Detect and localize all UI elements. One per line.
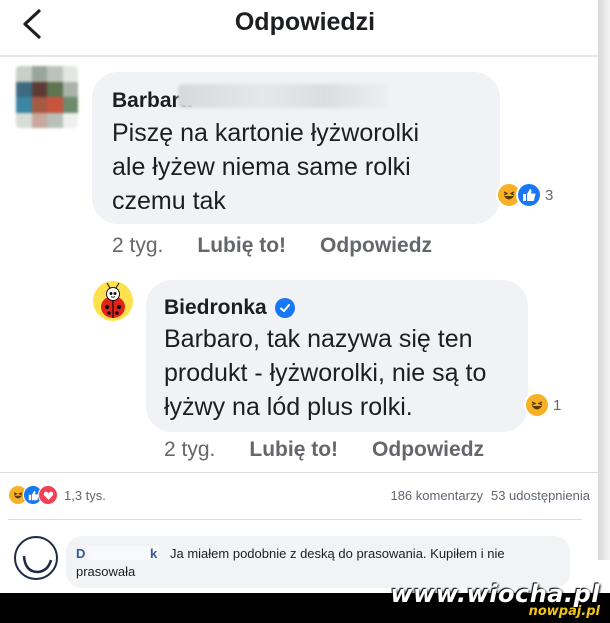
avatar[interactable] [14, 536, 58, 580]
reply-author-row: Biedronka [164, 296, 295, 320]
reply-author[interactable]: Biedronka [164, 296, 267, 320]
divider [0, 55, 600, 57]
like-button[interactable]: Lubię to! [249, 438, 338, 462]
divider [0, 472, 600, 473]
comment-count[interactable]: 186 komentarzy [390, 488, 483, 503]
comment-bubble: Barbara Piszę na kartonie łyżworolki ale… [92, 72, 500, 224]
reaction-count: 3 [545, 186, 554, 204]
comment-reactions[interactable]: 3 [496, 182, 553, 208]
reaction-count: 1 [553, 396, 562, 414]
page-title: Odpowiedzi [234, 8, 376, 36]
comment-text: Piszę na kartonie łyżworolki ale łyżew n… [112, 119, 420, 215]
reaction-total[interactable]: 1,3 tys. [64, 488, 106, 503]
window-edge [598, 0, 610, 560]
reply-time[interactable]: 2 tyg. [164, 438, 215, 462]
verified-badge-icon [274, 298, 295, 318]
header-bar: Odpowiedzi [0, 0, 610, 56]
avatar[interactable] [16, 66, 78, 128]
page-avatar[interactable] [92, 280, 134, 322]
like-reaction-icon [516, 182, 542, 208]
watermark: www.wiocha.pl nowpaj.pl [390, 580, 600, 619]
comment-time[interactable]: 2 tyg. [112, 234, 163, 258]
redacted-name [178, 84, 388, 108]
love-reaction-icon [38, 485, 58, 505]
like-button[interactable]: Lubię to! [197, 234, 286, 258]
haha-reaction-icon [524, 392, 550, 418]
post-summary: 1,3 tys. 186 komentarzy 53 udostępnienia [8, 484, 590, 506]
comment-text: Ja miałem podobnie z deską do prasowania… [76, 546, 505, 579]
comment-actions: 2 tyg. Lubię to! Odpowiedz [112, 234, 466, 258]
post-stats: 186 komentarzy 53 udostępnienia [390, 488, 590, 503]
share-count[interactable]: 53 udostępnienia [491, 488, 590, 503]
reply-bubble: Biedronka Barbaro, tak nazywa się ten pr… [146, 280, 528, 432]
reply-button[interactable]: Odpowiedz [372, 438, 484, 462]
reply-text: Barbaro, tak nazywa się ten produkt - ły… [164, 325, 487, 421]
reply-actions: 2 tyg. Lubię to! Odpowiedz [164, 438, 518, 462]
reply-reactions[interactable]: 1 [524, 392, 561, 418]
ladybug-icon [93, 281, 133, 321]
reply-button[interactable]: Odpowiedz [320, 234, 432, 258]
divider [8, 519, 582, 520]
